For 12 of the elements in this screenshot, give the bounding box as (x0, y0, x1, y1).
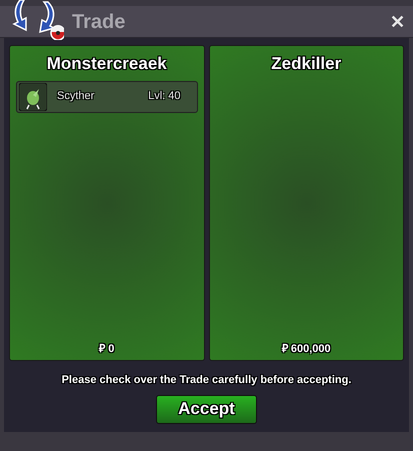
player-name: Monstercreaek (46, 53, 167, 75)
notice-text: Please check over the Trade carefully before accepting. (60, 373, 352, 388)
item-name: Scyther (57, 89, 94, 104)
money-amount: ₽ 600,000 (282, 342, 331, 356)
close-button[interactable]: ✕ (390, 12, 405, 30)
money-amount: ₽ 0 (99, 342, 114, 356)
window-title: Trade (72, 10, 126, 34)
player-name: Zedkiller (271, 53, 342, 75)
item-level: Lvl: 40 (148, 89, 180, 104)
item-slot[interactable]: Scyther Lvl: 40 (16, 80, 198, 112)
accept-button[interactable]: Accept (156, 394, 257, 424)
creature-icon (19, 82, 47, 110)
